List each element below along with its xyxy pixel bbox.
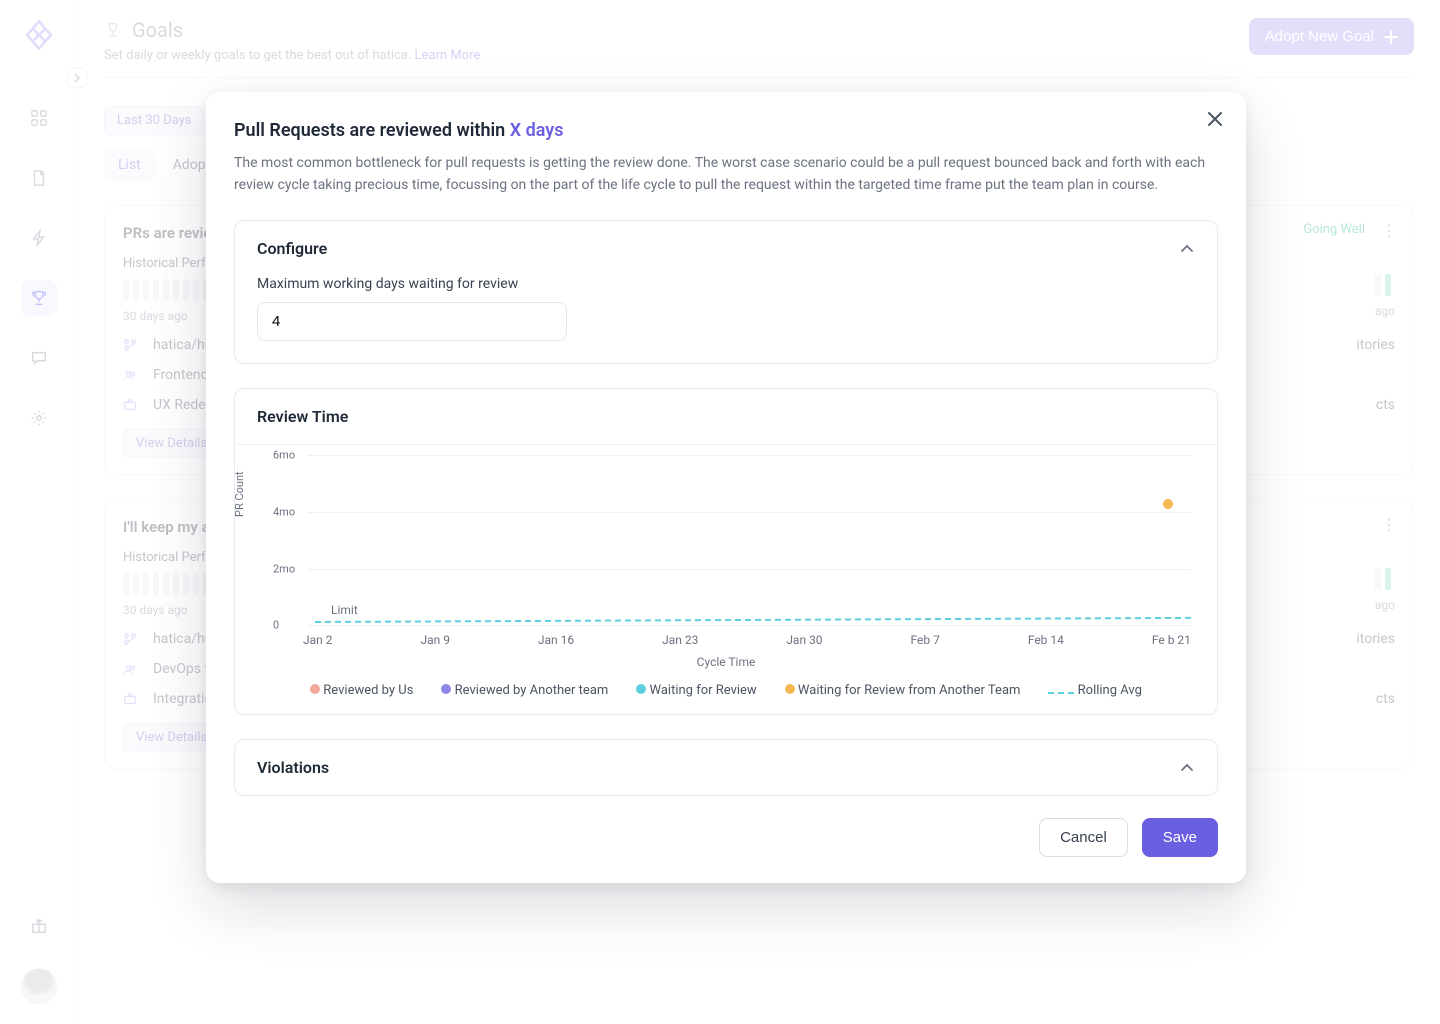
x-tick: Jan 30 [786, 633, 822, 647]
legend-item: Reviewed by Another team [441, 683, 608, 698]
legend-item: Waiting for Review [636, 683, 756, 698]
legend-item: Waiting for Review from Another Team [785, 683, 1021, 698]
legend-swatch [636, 684, 646, 694]
close-button[interactable] [1206, 110, 1224, 128]
x-tick: Jan 23 [662, 633, 698, 647]
modal-description: The most common bottleneck for pull requ… [234, 153, 1218, 196]
limit-label: Limit [331, 603, 358, 617]
y-tick: 6mo [273, 449, 295, 462]
x-axis-label: Cycle Time [257, 655, 1195, 669]
legend-swatch [785, 684, 795, 694]
y-tick: 2mo [273, 562, 295, 575]
review-time-chart: PR Count 0 2mo 4mo 6mo Limit Jan 2 Jan 9 Jan 1… [235, 445, 1217, 714]
violations-panel: Violations [234, 739, 1218, 796]
violations-title: Violations [257, 758, 329, 777]
rolling-avg-line [315, 617, 1191, 623]
collapse-toggle[interactable] [1179, 760, 1195, 776]
x-tick: Jan 2 [303, 633, 333, 647]
legend-swatch [441, 684, 451, 694]
save-button[interactable]: Save [1142, 818, 1218, 857]
modal-title: Pull Requests are reviewed within X days [234, 120, 1218, 141]
goal-config-modal: Pull Requests are reviewed within X days… [206, 92, 1246, 883]
max-days-label: Maximum working days waiting for review [257, 276, 1195, 292]
close-icon [1206, 110, 1224, 128]
y-axis-label: PR Count [233, 472, 246, 518]
x-tick: Feb 7 [911, 633, 940, 647]
cancel-button[interactable]: Cancel [1039, 818, 1128, 857]
max-days-input[interactable] [257, 302, 567, 341]
y-tick: 0 [273, 619, 279, 632]
x-tick: Fe b 21 [1152, 633, 1191, 647]
configure-panel: Configure Maximum working days waiting f… [234, 220, 1218, 364]
y-tick: 4mo [273, 506, 295, 519]
gridline [307, 455, 1191, 456]
review-time-panel: Review Time PR Count 0 2mo 4mo 6mo Limit Jan… [234, 388, 1218, 715]
x-tick: Jan 9 [420, 633, 450, 647]
legend-swatch [310, 684, 320, 694]
chart-legend: Reviewed by Us Reviewed by Another team … [257, 683, 1195, 698]
legend-item: Reviewed by Us [310, 683, 413, 698]
review-time-title: Review Time [257, 407, 348, 426]
gridline [307, 512, 1191, 513]
legend-item: Rolling Avg [1048, 683, 1142, 698]
gridline [307, 625, 1191, 626]
gridline [307, 569, 1191, 570]
data-point [1163, 499, 1173, 509]
legend-swatch [1048, 692, 1074, 694]
configure-title: Configure [257, 239, 327, 258]
x-tick: Feb 14 [1028, 633, 1064, 647]
collapse-toggle[interactable] [1179, 241, 1195, 257]
x-tick: Jan 16 [538, 633, 574, 647]
